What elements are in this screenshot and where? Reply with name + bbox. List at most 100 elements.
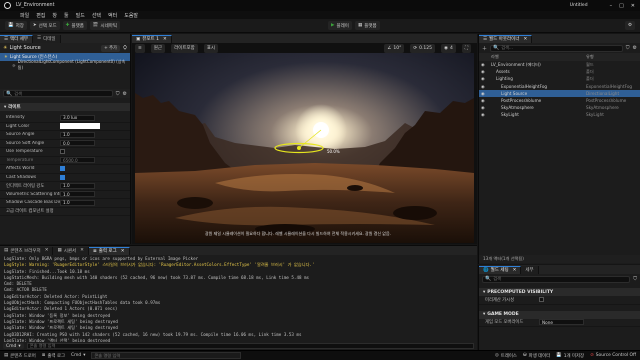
gear-icon[interactable]: ⚙ — [123, 91, 127, 97]
trace-button[interactable]: ◎ 트레이스 — [495, 353, 517, 359]
close-icon[interactable]: ✕ — [513, 268, 517, 273]
menu-file[interactable]: 파일 — [20, 12, 29, 19]
eye-icon[interactable]: ◉ — [479, 76, 487, 81]
eye-icon[interactable]: ◉ — [479, 91, 487, 96]
section-precomputed-visibility[interactable]: ▾ PRECOMPUTED VISIBILITY — [479, 288, 640, 296]
world-search-input[interactable]: 🔍 검색 — [482, 275, 631, 283]
tab-sequencer[interactable]: ▦ 시퀀서 ✕ — [53, 246, 89, 255]
viewport-scene[interactable]: 50.0% 광원 제일 시뮬레이션이 필요하다 합니다. 레벨 시뮬레이션을 다… — [135, 53, 474, 243]
play-button[interactable]: ▶ 플레이 — [328, 21, 352, 30]
status-cmd-input[interactable]: 콘솔 명령 입력 — [91, 352, 242, 359]
close-icon[interactable]: ✕ — [631, 3, 635, 9]
shadow-cascade-field[interactable]: 1.0 — [60, 199, 95, 206]
log-cmd-input[interactable]: 콘솔 명령 입력 — [26, 343, 474, 349]
use-temperature-checkbox[interactable] — [60, 149, 65, 155]
eye-icon[interactable]: ◉ — [479, 62, 487, 67]
perspective-button[interactable]: 원근 — [150, 43, 166, 53]
component-child[interactable]: ☼ DirectionalLightComponent (LightCompon… — [0, 59, 130, 70]
eye-icon[interactable]: ◉ — [479, 105, 487, 110]
show-button[interactable]: 표시 — [203, 43, 219, 53]
game-mode-dropdown[interactable]: None — [539, 319, 584, 326]
close-icon[interactable]: ✕ — [523, 37, 527, 42]
tab-actor-details[interactable]: ☰ 액터 세부 — [0, 34, 34, 43]
source-angle-field[interactable]: 1.0 — [60, 131, 95, 138]
menu-tools[interactable]: 툴 — [64, 12, 69, 19]
tab-details[interactable]: ☰ 디테일 — [33, 34, 61, 43]
add-icon[interactable]: ＋ — [482, 45, 487, 52]
add-button[interactable]: ✚ 플랫폼 — [62, 21, 87, 30]
menu-build[interactable]: 빌드 — [76, 12, 85, 19]
source-soft-angle-field[interactable]: 0.0 — [60, 140, 95, 147]
maximize-viewport-button[interactable]: ⛶ — [461, 43, 471, 53]
derived-data-button[interactable]: ⛁ 파생 데이터 — [523, 353, 550, 359]
maximize-icon[interactable]: □ — [619, 3, 624, 9]
indirect-lighting-field[interactable]: 1.0 — [60, 182, 95, 189]
log-cmd-dropdown[interactable]: Cmd ▾ — [3, 343, 24, 349]
actor-name[interactable]: Light Source — [9, 45, 40, 51]
close-icon[interactable]: ✕ — [121, 249, 125, 254]
save-button[interactable]: 💾 저장 — [5, 21, 27, 30]
add-component-button[interactable]: + 추가 — [101, 44, 120, 52]
close-icon[interactable]: ✕ — [45, 248, 49, 253]
eye-icon[interactable]: ◉ — [479, 112, 487, 117]
section-game-mode[interactable]: ▾ GAME MODE — [479, 310, 640, 319]
outliner-row[interactable]: ◉ Lighting 폴더 — [479, 75, 640, 82]
prop-advanced[interactable]: 고급 라이트 컴포넌트 설정 — [0, 208, 130, 216]
menu-actor[interactable]: 액터 — [108, 12, 117, 19]
outliner-row[interactable]: ◉ ExponentialHeightFog ExponentialHeightFo… — [479, 83, 640, 90]
menu-select[interactable]: 선택 — [92, 12, 101, 19]
tab-output-log[interactable]: ≣ 출력 로그 ✕ — [88, 246, 130, 255]
affects-world-checkbox[interactable] — [60, 166, 65, 172]
menu-edit[interactable]: 편집 — [36, 12, 45, 19]
speed-button[interactable]: ⟳ 0.125 — [410, 43, 436, 53]
volumetric-scattering-field[interactable]: 1.0 — [60, 191, 95, 198]
lit-button[interactable]: 라이트포함 — [171, 43, 198, 53]
source-control-button[interactable]: ⊘ Source Control Off — [590, 353, 636, 358]
outliner-row[interactable]: ◉ LV_Environment (에디터) 월드 — [479, 61, 640, 68]
mode-button[interactable]: ➤ 선택 모드 — [29, 21, 60, 30]
settings-button[interactable]: ⚙ — [624, 21, 635, 30]
outliner-search-input[interactable]: 🔍 검색... — [490, 44, 623, 52]
outliner-row[interactable]: ◉ SkyLight SkyLight — [479, 111, 640, 118]
intensity-field[interactable]: 3.0 lux — [60, 114, 95, 121]
blueprint-icon[interactable]: ⛭ — [123, 45, 127, 51]
precomputed-visibility-checkbox[interactable] — [539, 297, 544, 303]
viewport-menu-button[interactable]: ≡ — [135, 43, 145, 53]
outliner-row[interactable]: ◉ SkyAtmosphere SkyAtmosphere — [479, 104, 640, 111]
menu-window[interactable]: 창 — [52, 12, 57, 19]
cast-shadows-checkbox[interactable] — [60, 174, 65, 180]
minimize-icon[interactable]: – — [610, 3, 613, 9]
close-icon[interactable]: ✕ — [163, 37, 167, 42]
outliner-row[interactable]: ◉ Assets 폴더 — [479, 68, 640, 75]
eye-icon[interactable]: ◉ — [479, 84, 487, 89]
tab-viewport[interactable]: ▣ 뷰포트 1 ✕ — [132, 34, 172, 43]
content-drawer-button[interactable]: ▤ 콘텐츠 드로어 — [4, 353, 36, 359]
status-cmd-dropdown[interactable]: Cmd ▾ — [71, 353, 85, 358]
col-type[interactable]: 유형 — [586, 54, 594, 60]
cinematics-button[interactable]: 🎬 시네마틱 — [89, 21, 121, 30]
filter-icon[interactable]: ⛉ — [116, 91, 120, 97]
details-search-input[interactable]: 🔍 검색 — [3, 90, 113, 97]
tab-world-settings[interactable]: 🌐 월드 세팅 ✕ — [479, 265, 522, 274]
outliner-row[interactable]: ◉ Light Source DirectionalLight — [479, 89, 640, 97]
gear-icon[interactable]: ⚙ — [633, 45, 637, 51]
eye-icon[interactable]: ◉ — [479, 98, 487, 103]
platforms-button[interactable]: ▦ 플랫폼 — [354, 21, 380, 30]
fov-button[interactable]: ∠ 10° — [384, 43, 405, 53]
col-label[interactable]: 라벨 — [491, 54, 586, 60]
section-light[interactable]: ▾ 라이트 — [0, 103, 130, 111]
menu-help[interactable]: 도움말 — [124, 12, 138, 19]
close-icon[interactable]: ✕ — [80, 248, 84, 253]
temperature-field[interactable]: 6500.0 — [60, 157, 95, 164]
tab-world-details[interactable]: 세부 — [521, 265, 539, 274]
filter-icon[interactable]: ⛉ — [626, 45, 630, 51]
output-log-button[interactable]: ≣ 출력 로그 — [42, 353, 65, 359]
tab-outliner[interactable]: ☰ 월드 아웃라이너 ✕ — [479, 34, 533, 43]
light-color-swatch[interactable] — [60, 123, 100, 130]
camera-speed-button[interactable]: ◉ 4 — [441, 43, 456, 53]
unsaved-button[interactable]: 💾 1개 미저장 — [556, 353, 584, 359]
eye-icon[interactable]: ◉ — [479, 69, 487, 74]
tab-content-browser[interactable]: ▤ 콘텐츠 브라우저 ✕ — [0, 246, 54, 255]
filter-icon[interactable]: ⛉ — [633, 276, 637, 282]
outliner-row[interactable]: ◉ PostProcessVolume PostProcessVolume — [479, 97, 640, 104]
